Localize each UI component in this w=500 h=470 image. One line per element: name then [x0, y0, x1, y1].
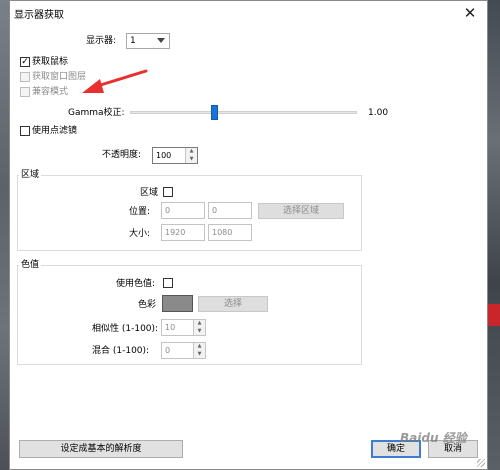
- gamma-label: Gamma校正:: [68, 108, 125, 118]
- color-label: 色彩: [138, 300, 157, 310]
- gamma-value: 1.00: [368, 108, 389, 118]
- display-capture-dialog: 显示器获取 ✕ 显示器: 1 ✓ 获取鼠标 获取窗口图层 兼容模式 Gamma校…: [9, 0, 488, 470]
- height-value: 1080: [212, 228, 233, 237]
- region-group-title: 区域: [19, 169, 42, 181]
- color-swatch[interactable]: [162, 295, 193, 312]
- opacity-spin[interactable]: ▲ ▼: [185, 148, 197, 163]
- width-value: 1920: [165, 228, 186, 237]
- position-y-field[interactable]: 0: [208, 202, 252, 219]
- select-color-button[interactable]: 选择: [198, 296, 268, 312]
- blend-value: 0: [165, 346, 171, 355]
- set-base-resolution-button[interactable]: 设定成基本的解析度: [19, 440, 183, 458]
- spin-down-icon[interactable]: ▼: [194, 328, 205, 336]
- capture-layered-label: 获取窗口图层: [32, 72, 87, 82]
- select-region-button[interactable]: 选择区域: [258, 203, 344, 219]
- close-icon[interactable]: ✕: [457, 3, 483, 23]
- use-color-key-label: 使用色值:: [116, 279, 156, 289]
- chevron-down-icon: [157, 38, 165, 43]
- region-position-label: 位置:: [129, 207, 151, 217]
- display-select[interactable]: 1: [126, 33, 170, 49]
- resize-grip-icon[interactable]: [477, 459, 485, 467]
- use-color-key-checkbox[interactable]: [163, 278, 173, 288]
- similarity-stepper[interactable]: 10 ▲ ▼: [161, 319, 206, 336]
- background-desktop-right: [486, 0, 500, 470]
- width-field[interactable]: 1920: [161, 224, 205, 241]
- position-x-value: 0: [165, 206, 171, 215]
- opacity-label: 不透明度:: [102, 150, 142, 160]
- similarity-spin[interactable]: ▲ ▼: [193, 320, 205, 335]
- region-enable-checkbox[interactable]: [163, 187, 173, 197]
- spin-up-icon[interactable]: ▲: [194, 320, 205, 328]
- region-size-label: 大小:: [129, 229, 151, 239]
- display-select-value: 1: [130, 36, 136, 46]
- blend-spin[interactable]: ▲ ▼: [193, 343, 205, 358]
- compat-mode-label: 兼容模式: [32, 87, 69, 97]
- position-x-field[interactable]: 0: [161, 202, 205, 219]
- title-bar: 显示器获取 ✕: [10, 1, 487, 25]
- window-title: 显示器获取: [14, 10, 64, 21]
- point-filter-checkbox[interactable]: [20, 126, 30, 136]
- annotation-arrow-icon: [82, 69, 148, 93]
- similarity-label: 相似性 (1-100):: [92, 324, 159, 334]
- watermark-text: Baidu 经验: [400, 431, 467, 445]
- background-red-mark: [488, 304, 500, 326]
- color-key-group-title: 色值: [19, 259, 42, 271]
- spin-down-icon[interactable]: ▼: [186, 156, 197, 164]
- blend-label: 混合 (1-100):: [92, 346, 150, 356]
- capture-cursor-label: 获取鼠标: [32, 57, 69, 67]
- position-y-value: 0: [212, 206, 218, 215]
- compat-mode-checkbox[interactable]: [20, 87, 30, 97]
- display-label: 显示器:: [86, 36, 117, 46]
- blend-stepper[interactable]: 0 ▲ ▼: [161, 342, 206, 359]
- gamma-slider-track[interactable]: [130, 111, 357, 114]
- opacity-stepper[interactable]: 100 ▲ ▼: [152, 147, 198, 164]
- similarity-value: 10: [165, 323, 176, 332]
- opacity-value: 100: [156, 151, 172, 160]
- height-field[interactable]: 1080: [208, 224, 252, 241]
- spin-up-icon[interactable]: ▲: [186, 148, 197, 156]
- region-enable-label: 区域: [140, 188, 159, 198]
- spin-down-icon[interactable]: ▼: [194, 351, 205, 359]
- capture-cursor-checkbox[interactable]: ✓: [20, 57, 30, 67]
- point-filter-label: 使用点滤镜: [32, 126, 78, 136]
- capture-layered-checkbox[interactable]: [20, 72, 30, 82]
- spin-up-icon[interactable]: ▲: [194, 343, 205, 351]
- gamma-slider-thumb[interactable]: [210, 105, 218, 120]
